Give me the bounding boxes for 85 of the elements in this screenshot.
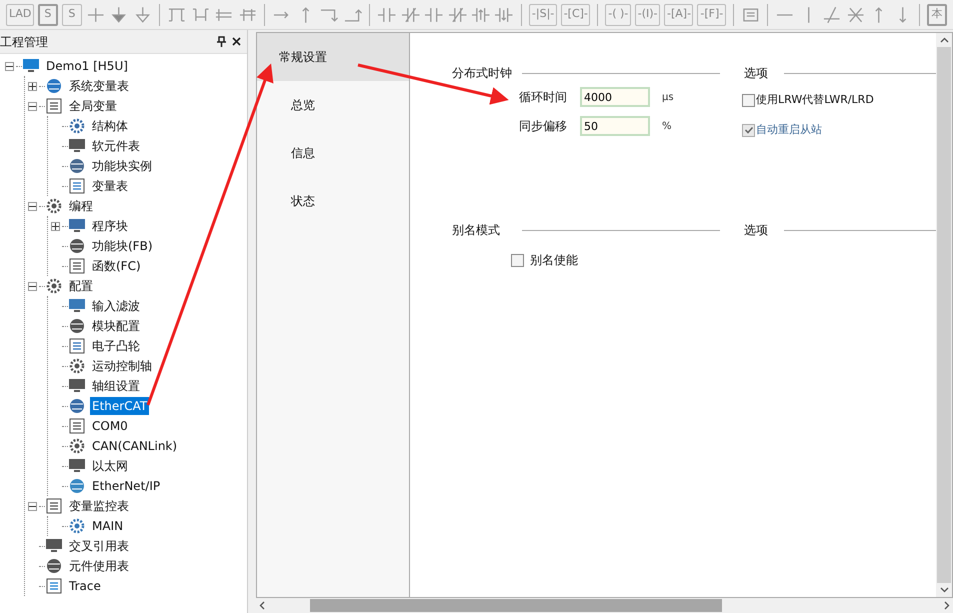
- close-icon[interactable]: [232, 37, 241, 46]
- tree-item[interactable]: 运动控制轴: [90, 357, 154, 375]
- tree-item[interactable]: EtherCAT: [90, 397, 150, 415]
- tree-item[interactable]: CAN(CANLink): [90, 437, 180, 455]
- expand-toggle[interactable]: [50, 222, 60, 230]
- monitor-icon: [22, 57, 40, 75]
- gear-icon: [68, 517, 86, 535]
- checkbox[interactable]: [742, 94, 755, 106]
- tree-item[interactable]: 功能块(FB): [90, 237, 154, 255]
- globe-icon: [68, 477, 86, 495]
- tree-item[interactable]: Trace: [67, 577, 103, 595]
- tree-item[interactable]: 输入滤波: [90, 297, 142, 315]
- tree-item[interactable]: 结构体: [90, 117, 130, 135]
- section-title: 分布式时钟: [452, 65, 513, 82]
- expand-toggle[interactable]: [28, 82, 36, 90]
- globe-icon: [45, 77, 63, 95]
- unit-label: %: [662, 120, 672, 134]
- ladder-tool-icon[interactable]: [822, 4, 842, 24]
- tree-item[interactable]: 模块配置: [90, 317, 142, 335]
- monitor-icon: [68, 297, 86, 315]
- globe-icon: [68, 397, 86, 415]
- section-title: 别名模式: [452, 222, 501, 239]
- tree-item[interactable]: 以太网: [90, 457, 130, 475]
- tree-item[interactable]: 功能块实例: [90, 157, 154, 175]
- document-icon: [45, 97, 63, 115]
- tree-item[interactable]: 电子凸轮: [90, 337, 142, 355]
- settings-tab[interactable]: 信息: [257, 129, 409, 177]
- globe-icon: [68, 317, 86, 335]
- settings-tab[interactable]: 总览: [257, 81, 409, 129]
- tree-item[interactable]: MAIN: [90, 517, 126, 535]
- tree-item[interactable]: 变量表: [90, 177, 130, 195]
- panel-title: 工程管理: [0, 34, 48, 50]
- collapse-toggle[interactable]: [28, 102, 36, 110]
- checkbox-label: 别名使能: [530, 252, 578, 269]
- tree-item[interactable]: 元件使用表: [67, 557, 131, 575]
- field-label: 同步偏移: [519, 118, 568, 135]
- monitor-icon: [68, 137, 86, 155]
- gear-icon: [68, 117, 86, 135]
- collapse-toggle[interactable]: [28, 282, 36, 290]
- globe-icon: [45, 557, 63, 575]
- input-field[interactable]: 4000: [580, 87, 650, 107]
- document-icon: [68, 257, 86, 275]
- tree-item[interactable]: 系统变量表: [67, 77, 131, 95]
- collapse-toggle[interactable]: [28, 502, 36, 510]
- tree-item[interactable]: 函数(FC): [90, 257, 143, 275]
- document-icon: [68, 177, 86, 195]
- gear-icon: [45, 277, 63, 295]
- document-icon: [68, 417, 86, 435]
- tree-item[interactable]: 交叉引用表: [67, 537, 131, 555]
- vertical-scrollbar[interactable]: [936, 33, 952, 597]
- tree-item[interactable]: 程序块: [90, 217, 130, 235]
- checkbox[interactable]: [511, 254, 524, 266]
- monitor-icon: [68, 377, 86, 395]
- settings-tab[interactable]: 状态: [257, 177, 409, 225]
- pin-icon[interactable]: [217, 36, 226, 47]
- field-label: 循环时间: [519, 89, 568, 106]
- tree-item[interactable]: EtherNet/IP: [90, 477, 162, 495]
- gear-icon: [68, 357, 86, 375]
- input-field[interactable]: 50: [580, 116, 650, 136]
- checkbox-label: 使用LRW代替LWR/LRD: [756, 92, 874, 108]
- document-icon: [45, 497, 63, 515]
- tree-item[interactable]: 全局变量: [67, 97, 119, 115]
- unit-label: μs: [662, 90, 674, 104]
- tree-item[interactable]: COM0: [90, 417, 130, 435]
- tree-item[interactable]: Demo1 [H5U]: [44, 57, 130, 75]
- gear-icon: [45, 197, 63, 215]
- monitor-icon: [45, 537, 63, 555]
- monitor-icon: [68, 457, 86, 475]
- section-title: 选项: [744, 65, 769, 82]
- monitor-icon: [68, 217, 86, 235]
- tree-item[interactable]: 配置: [67, 277, 95, 295]
- document-icon: [45, 577, 63, 595]
- gear-icon: [68, 437, 86, 455]
- collapse-toggle[interactable]: [28, 202, 36, 210]
- section-title: 选项: [744, 222, 769, 239]
- collapse-toggle[interactable]: [4, 62, 14, 70]
- globe-icon: [68, 157, 86, 175]
- tree-item[interactable]: 软元件表: [90, 137, 142, 155]
- tree-item[interactable]: 变量监控表: [67, 497, 131, 515]
- settings-tab[interactable]: 常规设置: [257, 33, 409, 81]
- document-icon: [68, 337, 86, 355]
- tree-item[interactable]: 编程: [67, 197, 95, 215]
- tree-item[interactable]: 轴组设置: [90, 377, 142, 395]
- checkbox-label: 自动重启从站: [756, 122, 822, 138]
- globe-icon: [68, 237, 86, 255]
